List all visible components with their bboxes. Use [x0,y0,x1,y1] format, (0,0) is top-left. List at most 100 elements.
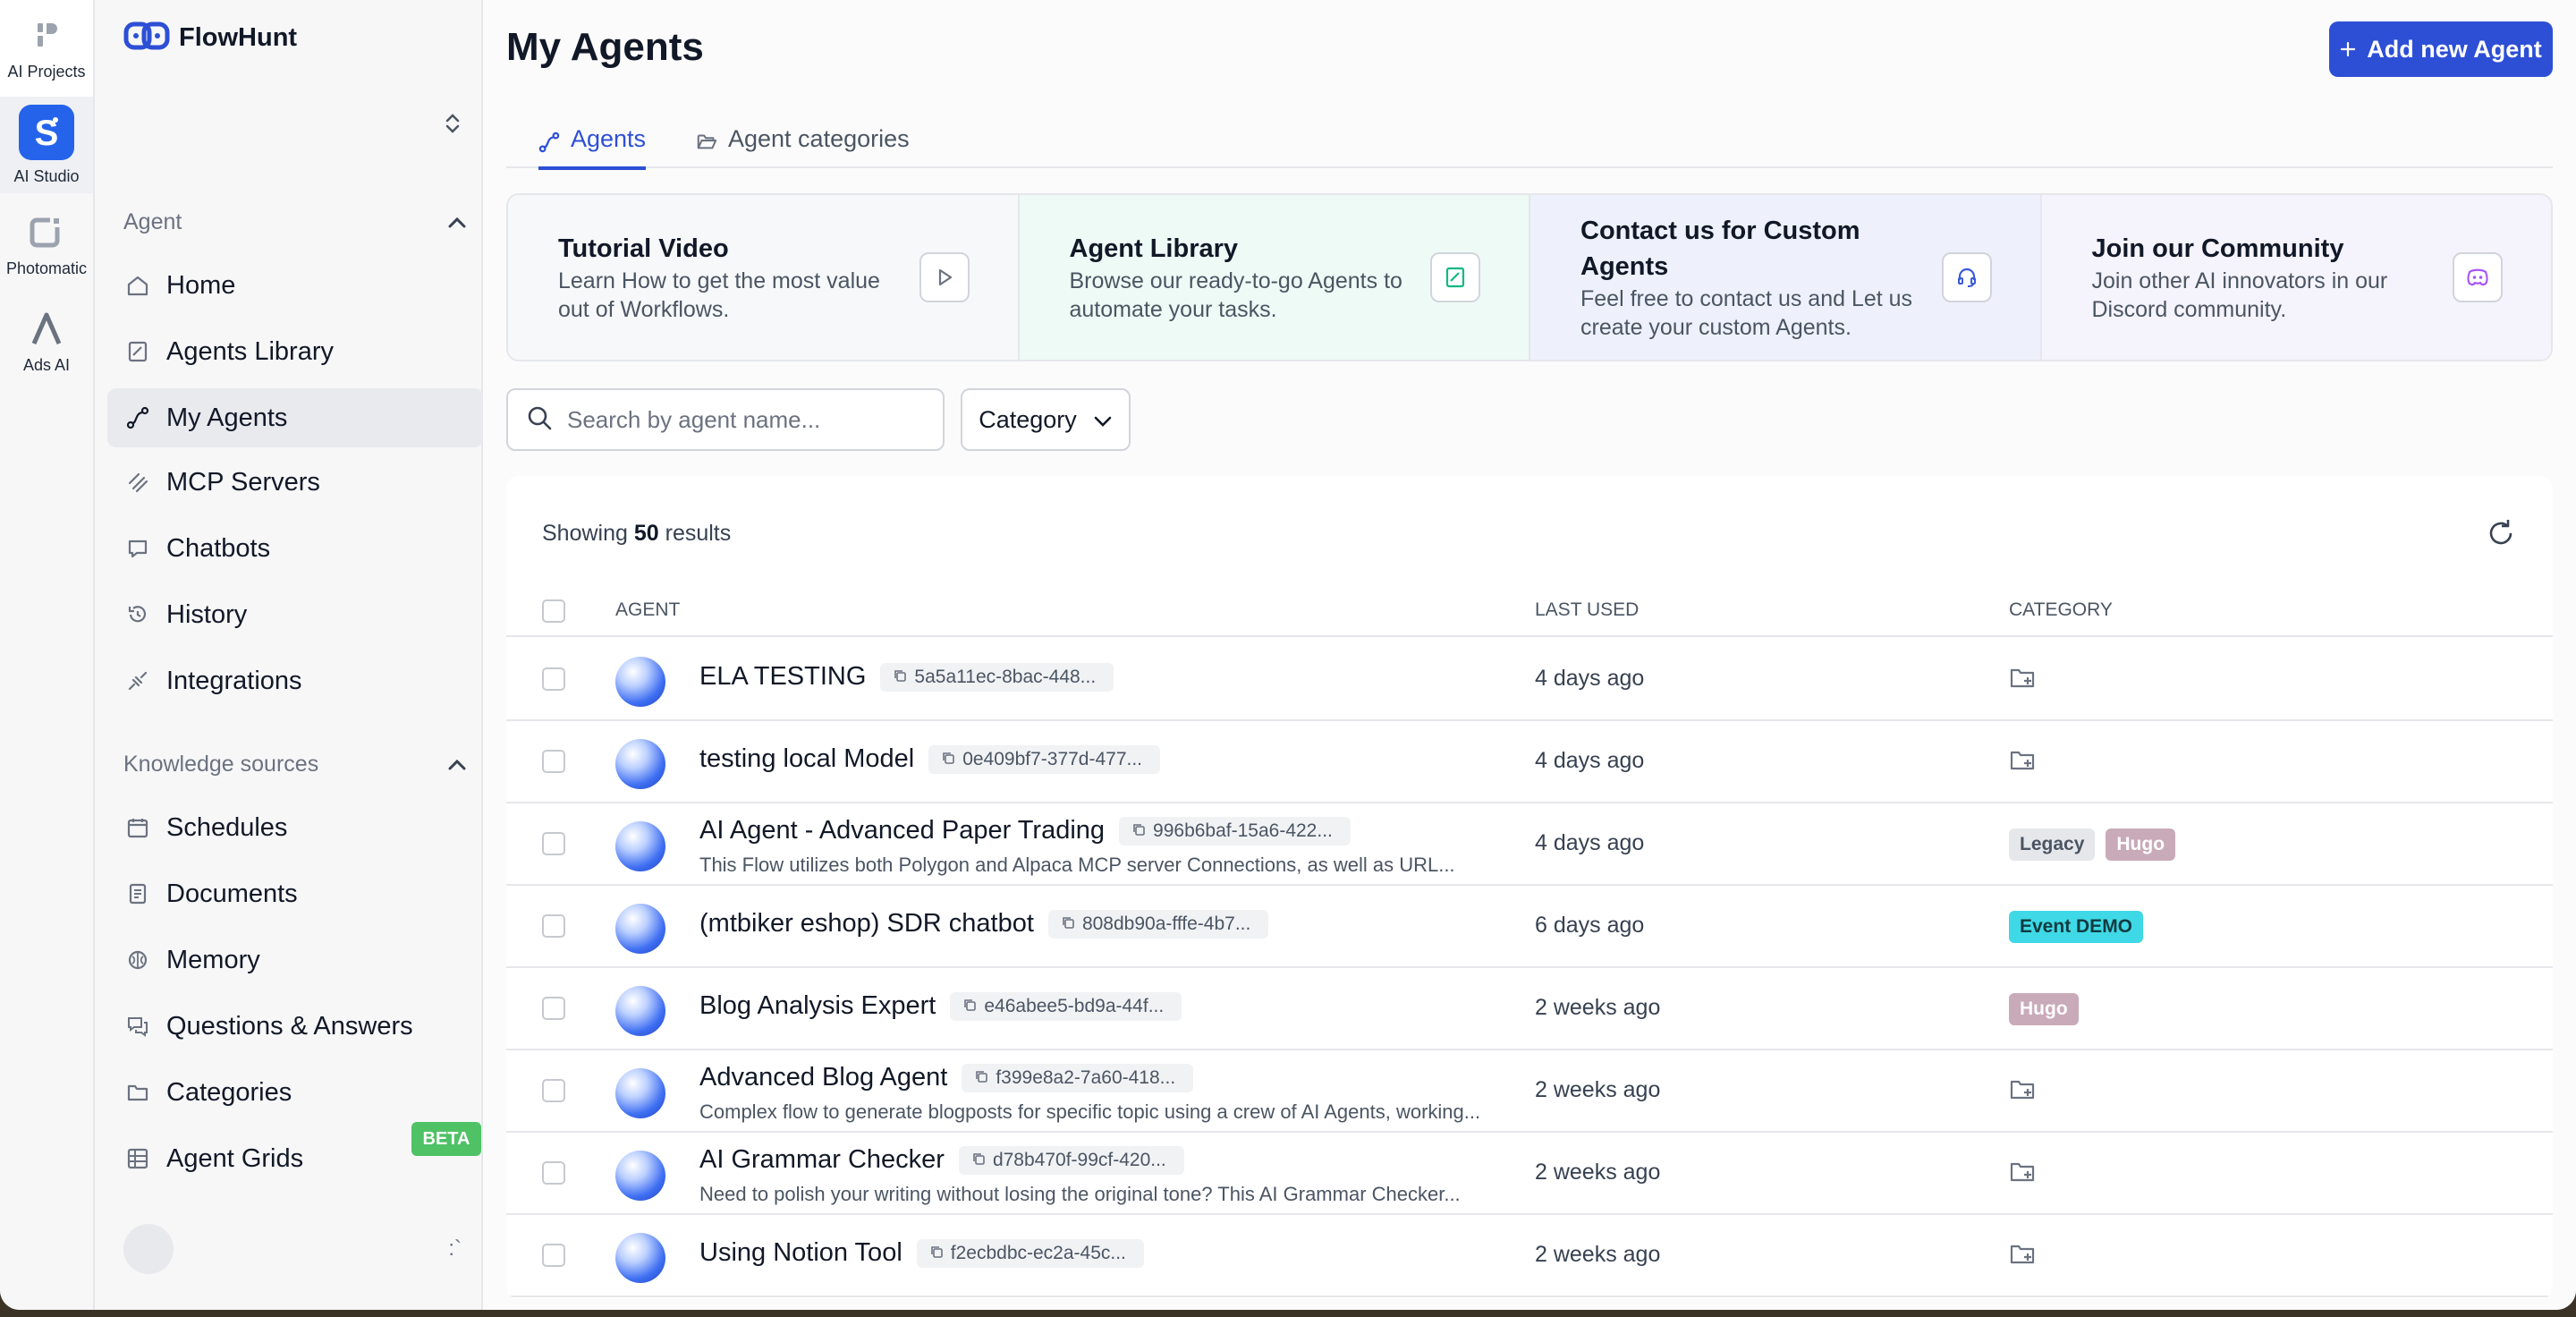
more-menu-icon[interactable]: :` [448,1236,462,1262]
sidebar-item-home[interactable]: Home [107,256,483,315]
rail-item-ads-ai[interactable]: Ads AI [0,293,93,390]
row-checkbox[interactable] [542,1079,565,1102]
table-row[interactable]: ELA TESTING 5a5a11ec-8bac-448... 4 days a… [506,639,2553,721]
agent-name-cell: Blog Analysis Expert e46abee5-bd9a-44f... [699,991,1182,1022]
rail-item-photomatic[interactable]: Photomatic [0,197,93,293]
headset-icon[interactable] [1941,252,1992,302]
table-row[interactable]: (mtbiker eshop) SDR chatbot 808db90a-fffe… [506,886,2553,968]
agent-name[interactable]: Blog Analysis Expert [699,991,936,1020]
add-to-category-icon[interactable] [2009,665,2038,696]
agent-description: Complex flow to generate blogposts for s… [699,1100,1481,1123]
folder-icon [125,1080,150,1105]
row-checkbox[interactable] [542,750,565,773]
sidebar-item-questions-answers[interactable]: Questions & Answers [107,997,483,1056]
promo-card[interactable]: Join our Community Join other AI innovat… [2041,195,2551,360]
agent-id: d78b470f-99cf-420... [992,1150,1166,1171]
add-to-category-icon[interactable] [2009,1076,2038,1108]
promo-card[interactable]: Agent Library Browse our ready-to-go Age… [1019,195,1530,360]
chevron-up-icon [447,209,467,235]
agent-id-chip[interactable]: 0e409bf7-377d-477... [928,745,1161,775]
table-row[interactable]: AI Grammar Checker d78b470f-99cf-420... N… [506,1133,2553,1215]
tab-bar: Agents Agent categories [506,116,2553,170]
sidebar-item-integrations[interactable]: Integrations [107,651,483,710]
search-input[interactable] [567,405,925,434]
add-new-agent-button[interactable]: Add new Agent [2329,21,2553,77]
search-icon [526,404,553,436]
category-filter-dropdown[interactable]: Category [961,388,1131,451]
row-checkbox[interactable] [542,667,565,691]
book-icon[interactable] [1430,252,1480,302]
rail-item-ai-studio[interactable]: S AI Studio [0,97,93,193]
brain-icon [125,947,150,973]
agent-id-chip[interactable]: f2ecbdbc-ec2a-45c... [916,1239,1144,1269]
rail-label: Ads AI [22,355,71,374]
sidebar-item-documents[interactable]: Documents [107,864,483,923]
search-box[interactable] [506,388,945,451]
promo-card[interactable]: Contact us for Custom Agents Feel free t… [1530,195,2042,360]
agent-name[interactable]: ELA TESTING [699,662,866,691]
add-to-category-icon[interactable] [2009,747,2038,778]
sidebar-item-schedules[interactable]: Schedules [107,798,483,857]
sidebar: FlowHunt Agent Home Agents Library My Ag… [95,0,483,1310]
agent-name[interactable]: (mtbiker eshop) SDR chatbot [699,909,1034,938]
add-to-category-icon[interactable] [2009,1159,2038,1190]
agent-name[interactable]: Using Notion Tool [699,1238,902,1267]
brand[interactable]: FlowHunt [123,20,297,56]
sidebar-item-label: MCP Servers [166,467,320,497]
row-checkbox[interactable] [542,832,565,855]
select-all-checkbox[interactable] [542,599,565,623]
sidebar-item-my-agents[interactable]: My Agents [107,388,483,447]
rail-item-ai-projects[interactable]: AI Projects [0,0,93,97]
add-to-category-icon[interactable] [2009,1241,2038,1272]
agent-name-cell: AI Agent - Advanced Paper Trading 996b6ba… [699,816,1351,846]
plus-icon [2340,36,2356,64]
row-checkbox[interactable] [542,1161,565,1185]
agent-id-chip[interactable]: e46abee5-bd9a-44f... [950,992,1182,1022]
row-checkbox[interactable] [542,1244,565,1267]
agent-id-chip[interactable]: d78b470f-99cf-420... [958,1146,1184,1176]
sidebar-item-label: Documents [166,879,298,908]
table-row[interactable]: AI Agent - Advanced Paper Trading 996b6ba… [506,803,2553,886]
agent-name-cell: AI Grammar Checker d78b470f-99cf-420... [699,1145,1184,1176]
row-checkbox[interactable] [542,914,565,938]
sidebar-item-categories[interactable]: Categories [107,1063,483,1122]
copy-icon [971,1150,986,1171]
sidebar-item-agents-library[interactable]: Agents Library [107,322,483,381]
document-icon [125,881,150,906]
agent-name[interactable]: AI Agent - Advanced Paper Trading [699,816,1105,845]
sidebar-item-history[interactable]: History [107,585,483,644]
refresh-icon[interactable] [2485,517,2517,549]
play-icon[interactable] [919,252,970,302]
discord-icon[interactable] [2453,252,2503,302]
agent-avatar [615,1068,665,1118]
sidebar-item-memory[interactable]: Memory [107,930,483,990]
tab-agents[interactable]: Agents [538,116,647,170]
calendar-icon [125,815,150,840]
row-checkbox[interactable] [542,997,565,1020]
agent-id-chip[interactable]: 996b6baf-15a6-422... [1119,817,1351,846]
avatar[interactable] [123,1224,174,1274]
agent-id-chip[interactable]: 808db90a-fffe-4b7... [1047,910,1269,939]
sidebar-item-mcp-servers[interactable]: MCP Servers [107,453,483,512]
category-cell: Hugo [2009,991,2079,1027]
table-row[interactable]: testing local Model 0e409bf7-377d-477... … [506,721,2553,803]
workspace-switch-icon[interactable] [442,111,463,136]
agent-name[interactable]: testing local Model [699,744,914,773]
table-row[interactable]: Blog Analysis Expert e46abee5-bd9a-44f...… [506,968,2553,1050]
agent-avatar [615,986,665,1036]
section-knowledge-sources[interactable]: Knowledge sources [123,746,467,782]
agent-id-chip[interactable]: f399e8a2-7a60-418... [962,1064,1194,1093]
agent-id-chip[interactable]: 5a5a11ec-8bac-448... [880,663,1114,692]
agent-name[interactable]: AI Grammar Checker [699,1145,945,1174]
section-agent[interactable]: Agent [123,204,467,240]
showing-suffix: results [665,521,732,546]
table-row[interactable]: Advanced Blog Agent f399e8a2-7a60-418... … [506,1050,2553,1133]
category-badge: Legacy [2009,828,2096,861]
last-used: 2 weeks ago [1535,1160,1661,1185]
agent-name[interactable]: Advanced Blog Agent [699,1063,947,1092]
agent-name-cell: Advanced Blog Agent f399e8a2-7a60-418... [699,1063,1194,1093]
promo-card[interactable]: Tutorial Video Learn How to get the most… [508,195,1020,360]
sidebar-item-chatbots[interactable]: Chatbots [107,519,483,578]
tab-agent-categories[interactable]: Agent categories [696,116,910,168]
table-row[interactable]: Using Notion Tool f2ecbdbc-ec2a-45c... 2 … [506,1215,2553,1297]
